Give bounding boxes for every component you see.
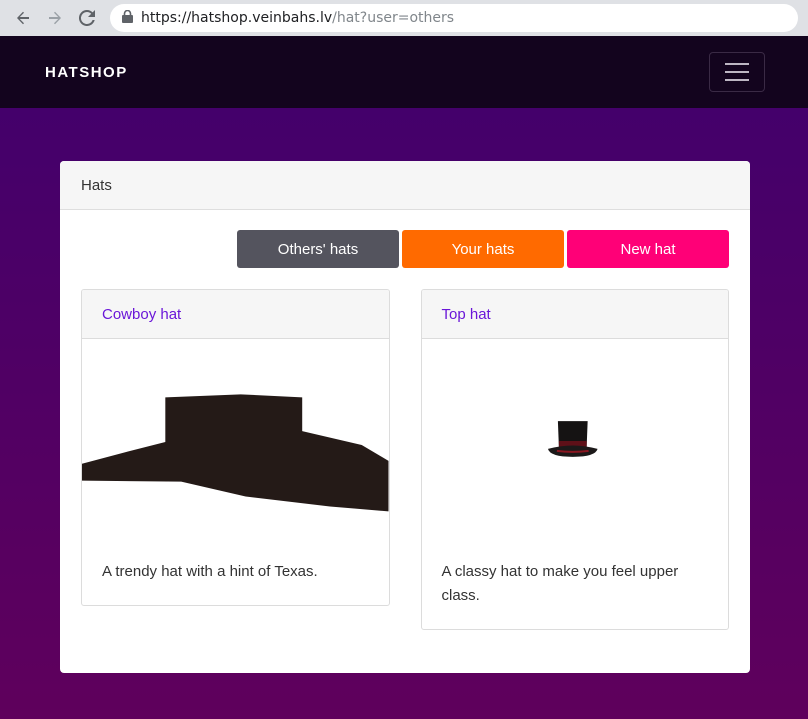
- menu-toggle-button[interactable]: [709, 52, 765, 92]
- reload-icon[interactable]: [74, 5, 100, 31]
- lock-icon: [122, 9, 133, 27]
- hats-panel: Hats Others' hats Your hats New hat Cowb…: [60, 161, 750, 673]
- hat-description: A classy hat to make you feel upper clas…: [441, 563, 679, 604]
- top-hat-image: [422, 339, 729, 539]
- hat-link-cowboy[interactable]: Cowboy hat: [102, 306, 181, 323]
- brand-logo[interactable]: HATSHOP: [45, 64, 128, 81]
- your-hats-button[interactable]: Your hats: [402, 230, 564, 268]
- hat-description: A trendy hat with a hint of Texas.: [102, 563, 318, 580]
- url-path: /hat?user=others: [332, 10, 455, 26]
- hamburger-icon: [725, 63, 749, 65]
- url-host: https://hatshop.veinbahs.lv: [141, 10, 333, 26]
- browser-toolbar: https://hatshop.veinbahs.lv/hat?user=oth…: [0, 0, 808, 36]
- hat-list: Cowboy hat A trendy hat with a hint of T…: [81, 289, 729, 630]
- filter-buttons: Others' hats Your hats New hat: [81, 230, 729, 268]
- address-bar[interactable]: https://hatshop.veinbahs.lv/hat?user=oth…: [110, 4, 798, 32]
- forward-icon[interactable]: [42, 5, 68, 31]
- cowboy-hat-image: [82, 339, 389, 539]
- new-hat-button[interactable]: New hat: [567, 230, 729, 268]
- panel-title: Hats: [60, 161, 750, 210]
- hat-card-cowboy: Cowboy hat A trendy hat with a hint of T…: [81, 289, 390, 606]
- site-navbar: HATSHOP: [0, 36, 808, 108]
- others-hats-button[interactable]: Others' hats: [237, 230, 399, 268]
- hat-link-top[interactable]: Top hat: [442, 306, 491, 323]
- hat-card-top: Top hat A classy hat to make you feel up…: [420, 289, 729, 630]
- page-content: Hats Others' hats Your hats New hat Cowb…: [0, 108, 808, 719]
- back-icon[interactable]: [10, 5, 36, 31]
